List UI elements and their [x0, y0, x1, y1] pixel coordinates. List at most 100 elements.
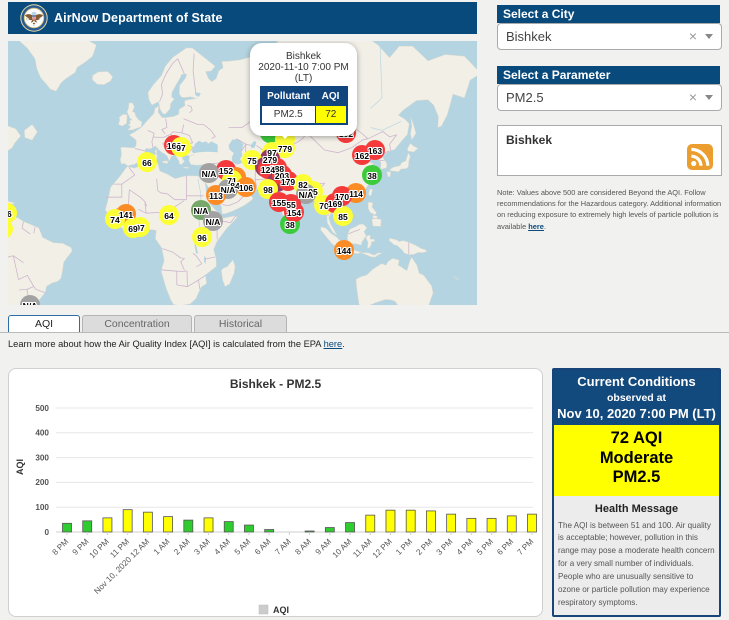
rss-feed-box: Bishkek [497, 125, 722, 176]
department-of-state-seal-logo [20, 4, 48, 32]
chart-bar[interactable] [164, 517, 173, 532]
conditions-header: Current Conditions observed at Nov 10, 2… [554, 370, 719, 425]
rss-icon[interactable] [687, 144, 713, 170]
chart-bar[interactable] [83, 521, 92, 532]
clear-parameter-icon[interactable]: × [689, 90, 697, 104]
x-tick-label: 3 PM [435, 537, 455, 557]
world-aqi-map[interactable]: 19216697779163971622797566188124152N/A20… [8, 41, 477, 305]
parameter-select[interactable]: PM2.5 × [497, 84, 722, 111]
chart-bar[interactable] [103, 518, 112, 532]
aqi-marker-64[interactable] [159, 205, 179, 225]
chart-bar[interactable] [528, 514, 537, 532]
popup-col-aqi: AQI [316, 87, 347, 106]
chart-bar[interactable] [487, 518, 496, 532]
x-tick-label: 5 AM [233, 537, 253, 557]
chart-bar[interactable] [386, 510, 395, 532]
aqi-marker-38[interactable] [362, 165, 382, 185]
y-tick-label: 100 [35, 503, 49, 512]
tab-historical[interactable]: Historical [194, 315, 287, 332]
aqi-marker-na[interactable] [199, 163, 219, 183]
select-parameter-header: Select a Parameter [497, 66, 720, 84]
x-tick-label: 1 PM [394, 537, 414, 557]
aqi-marker-85[interactable] [333, 206, 353, 226]
chart-bar[interactable] [143, 512, 152, 532]
x-tick-label: 10 PM [88, 537, 111, 560]
select-city-header: Select a City [497, 5, 720, 23]
conditions-category: Moderate [554, 449, 719, 468]
chart-bar[interactable] [507, 516, 516, 532]
aqi-marker-69[interactable] [123, 218, 143, 238]
popup-city: Bishkek [252, 51, 355, 62]
x-tick-label: 5 PM [475, 537, 495, 557]
x-tick-label: 2 PM [414, 537, 434, 557]
x-tick-label: 2 AM [172, 537, 192, 557]
chart-bar[interactable] [325, 528, 334, 532]
conditions-title: Current Conditions [556, 374, 717, 389]
popup-tail [276, 129, 294, 139]
rss-city-label: Bishkek [506, 133, 552, 147]
x-tick-label: 8 PM [51, 537, 71, 557]
y-tick-label: 400 [35, 429, 49, 438]
header-bar: AirNow Department of State [8, 2, 477, 34]
learn-more-text: Learn more about how the Air Quality Ind… [8, 339, 345, 349]
aqi-marker-96[interactable] [192, 227, 212, 247]
y-tick-label: 300 [35, 453, 49, 462]
aqi-marker-66[interactable] [137, 152, 157, 172]
city-select-value: Bishkek [506, 29, 689, 44]
city-select[interactable]: Bishkek × [497, 23, 722, 50]
aqi-marker-113[interactable] [206, 185, 226, 205]
chart-bar[interactable] [123, 510, 132, 532]
aqi-marker-97[interactable] [171, 137, 191, 157]
chart-bar[interactable] [265, 530, 274, 532]
city-caret-icon[interactable] [705, 34, 713, 39]
popup-datetime: 2020-11-10 7:00 PM [252, 62, 355, 73]
chart-bar[interactable] [426, 511, 435, 532]
chart-bar[interactable] [366, 515, 375, 532]
health-message-title: Health Message [554, 503, 719, 515]
x-tick-label: 3 AM [192, 537, 212, 557]
tab-concentration[interactable]: Concentration [82, 315, 192, 332]
clear-city-icon[interactable]: × [689, 29, 697, 43]
chart-bar[interactable] [204, 518, 213, 532]
x-tick-label: 1 AM [152, 537, 172, 557]
aqi-marker-144[interactable] [334, 240, 354, 260]
conditions-parameter: PM2.5 [554, 468, 719, 487]
y-axis-label: AQI [15, 459, 25, 475]
parameter-select-value: PM2.5 [506, 90, 689, 105]
x-tick-label: 11 AM [351, 537, 373, 559]
note-here-link[interactable]: here [528, 222, 544, 231]
chart-bar[interactable] [63, 523, 72, 532]
chart-bar[interactable] [467, 518, 476, 532]
chart-bar[interactable] [447, 514, 456, 532]
parameter-caret-icon[interactable] [705, 95, 713, 100]
health-message-text: The AQI is between 51 and 100. Air quali… [558, 520, 717, 610]
y-tick-label: 500 [35, 404, 49, 413]
x-tick-label: 10 AM [331, 537, 354, 560]
popup-timezone: (LT) [252, 73, 355, 84]
aqi-marker-154[interactable] [284, 202, 304, 222]
legend-swatch [259, 605, 268, 614]
aqi-marker-74[interactable] [105, 209, 125, 229]
x-tick-label: 6 PM [495, 537, 515, 557]
aqi-chart-panel: Bishkek - PM2.5 0100200300400500AQI8 PM9… [8, 368, 543, 617]
popup-table: Pollutant AQI PM2.5 72 [260, 86, 348, 125]
aqi-bar-chart: 0100200300400500AQI8 PM9 PM10 PM11 PMNov… [9, 369, 542, 616]
x-tick-label: 4 PM [455, 537, 475, 557]
chart-bar[interactable] [346, 523, 355, 532]
chart-bar[interactable] [244, 525, 253, 532]
x-tick-label: 4 AM [213, 537, 233, 557]
app-title: AirNow Department of State [54, 11, 223, 25]
x-tick-label: 6 AM [253, 537, 273, 557]
chart-bar[interactable] [184, 520, 193, 532]
chart-bar[interactable] [305, 531, 314, 532]
aqi-marker-106[interactable] [236, 177, 256, 197]
epa-here-link[interactable]: here [324, 339, 343, 349]
conditions-aqi-value: 72 AQI [554, 429, 719, 448]
chart-bar[interactable] [406, 510, 415, 532]
chart-bar[interactable] [224, 522, 233, 532]
y-tick-label: 200 [35, 478, 49, 487]
tab-divider [0, 332, 729, 333]
aqi-marker-162[interactable] [352, 145, 372, 165]
tab-aqi[interactable]: AQI [8, 315, 80, 332]
current-conditions-panel: Current Conditions observed at Nov 10, 2… [552, 368, 721, 617]
